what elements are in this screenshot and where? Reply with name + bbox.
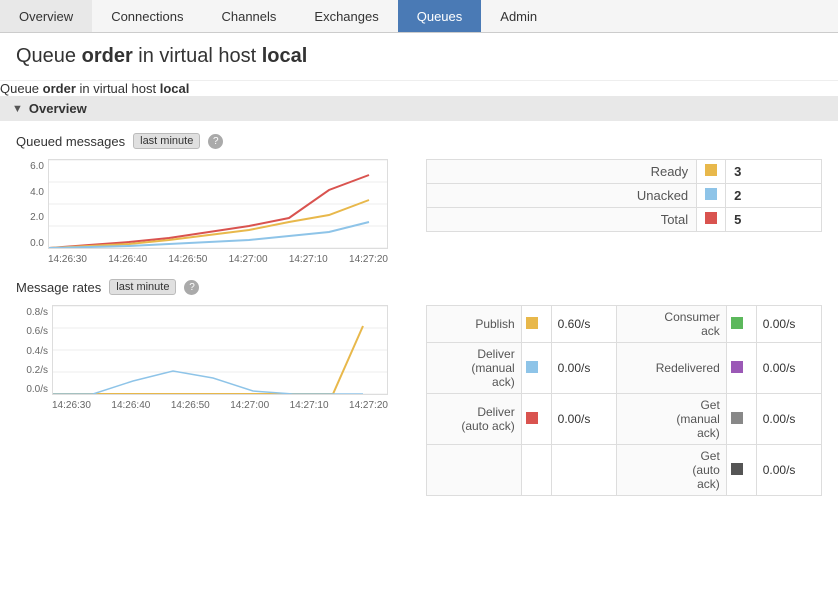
get-auto-label: Get(autoack) [616, 445, 726, 496]
publish-color [521, 306, 551, 343]
table-row: Unacked 2 [427, 184, 822, 208]
queued-messages-help[interactable]: ? [208, 134, 223, 149]
deliver-auto-label: Deliver(auto ack) [427, 394, 522, 445]
table-row: Get(autoack) 0.00/s [427, 445, 822, 496]
total-color [697, 208, 726, 232]
total-label: Total [427, 208, 697, 232]
nav-connections[interactable]: Connections [92, 0, 202, 32]
queued-messages-badge[interactable]: last minute [133, 133, 200, 149]
rates-label: Message rates [16, 280, 101, 295]
table-row: Total 5 [427, 208, 822, 232]
consumer-ack-color [726, 306, 756, 343]
deliver-manual-color [521, 343, 551, 394]
deliver-auto-color [521, 394, 551, 445]
queued-x-labels: 14:26:30 14:26:40 14:26:50 14:27:00 14:2… [48, 254, 388, 265]
ready-color [697, 160, 726, 184]
rates-title: Message rates last minute ? [16, 279, 822, 295]
rates-x-labels: 14:26:30 14:26:40 14:26:50 14:27:00 14:2… [52, 400, 388, 411]
overview-section-header[interactable]: ▼ Overview [0, 96, 838, 121]
unacked-value: 2 [726, 184, 822, 208]
total-value: 5 [726, 208, 822, 232]
queued-messages-label: Queued messages [16, 134, 125, 149]
nav-exchanges[interactable]: Exchanges [295, 0, 397, 32]
redelivered-value: 0.00/s [756, 343, 821, 394]
main-nav: Overview Connections Channels Exchanges … [0, 0, 838, 33]
table-row: Deliver(auto ack) 0.00/s Get(manualack) … [427, 394, 822, 445]
consumer-ack-label: Consumerack [616, 306, 726, 343]
rates-badge[interactable]: last minute [109, 279, 176, 295]
table-row: Ready 3 [427, 160, 822, 184]
deliver-auto-value: 0.00/s [551, 394, 616, 445]
rates-section: Message rates last minute ? 0.8/s 0.6/s … [16, 279, 822, 496]
nav-overview[interactable]: Overview [0, 0, 92, 32]
rates-stats-area: Publish 0.60/s Consumerack 0.00/s Delive… [426, 305, 822, 496]
section-arrow-icon: ▼ [12, 103, 23, 115]
rates-chart-area: 0.8/s 0.6/s 0.4/s 0.2/s 0.0/s [16, 305, 406, 496]
queued-messages-section: 6.0 4.0 2.0 0.0 [16, 159, 822, 265]
table-row: Deliver(manualack) 0.00/s Redelivered 0.… [427, 343, 822, 394]
nav-channels[interactable]: Channels [202, 0, 295, 32]
get-auto-color [726, 445, 756, 496]
get-manual-label: Get(manualack) [616, 394, 726, 445]
rates-stats-table: Publish 0.60/s Consumerack 0.00/s Delive… [426, 305, 822, 496]
nav-queues[interactable]: Queues [398, 0, 482, 32]
ready-label: Ready [427, 160, 697, 184]
redelivered-label: Redelivered [616, 343, 726, 394]
get-auto-value: 0.00/s [756, 445, 821, 496]
rates-layout: 0.8/s 0.6/s 0.4/s 0.2/s 0.0/s [16, 305, 822, 496]
nav-admin[interactable]: Admin [481, 0, 556, 32]
get-manual-color [726, 394, 756, 445]
publish-label: Publish [427, 306, 522, 343]
ready-value: 3 [726, 160, 822, 184]
page-title: Queue order in virtual host local [0, 33, 838, 81]
queued-stats-table: Ready 3 Unacked 2 Total 5 [426, 159, 822, 232]
queued-chart-area: 6.0 4.0 2.0 0.0 [16, 159, 406, 265]
unacked-label: Unacked [427, 184, 697, 208]
table-row: Publish 0.60/s Consumerack 0.00/s [427, 306, 822, 343]
rates-y-axis: 0.8/s 0.6/s 0.4/s 0.2/s 0.0/s [16, 305, 52, 411]
publish-value: 0.60/s [551, 306, 616, 343]
queued-stats-area: Ready 3 Unacked 2 Total 5 [426, 159, 822, 265]
get-manual-value: 0.00/s [756, 394, 821, 445]
overview-content: Queued messages last minute ? 6.0 4.0 2.… [0, 121, 838, 508]
queued-y-axis: 6.0 4.0 2.0 0.0 [16, 159, 48, 265]
rates-help[interactable]: ? [184, 280, 199, 295]
queued-chart-svg [48, 159, 388, 249]
consumer-ack-value: 0.00/s [756, 306, 821, 343]
rates-chart-svg [52, 305, 388, 395]
deliver-manual-value: 0.00/s [551, 343, 616, 394]
queued-messages-title: Queued messages last minute ? [16, 133, 822, 149]
deliver-manual-label: Deliver(manualack) [427, 343, 522, 394]
redelivered-color [726, 343, 756, 394]
unacked-color [697, 184, 726, 208]
section-label: Overview [29, 101, 87, 116]
